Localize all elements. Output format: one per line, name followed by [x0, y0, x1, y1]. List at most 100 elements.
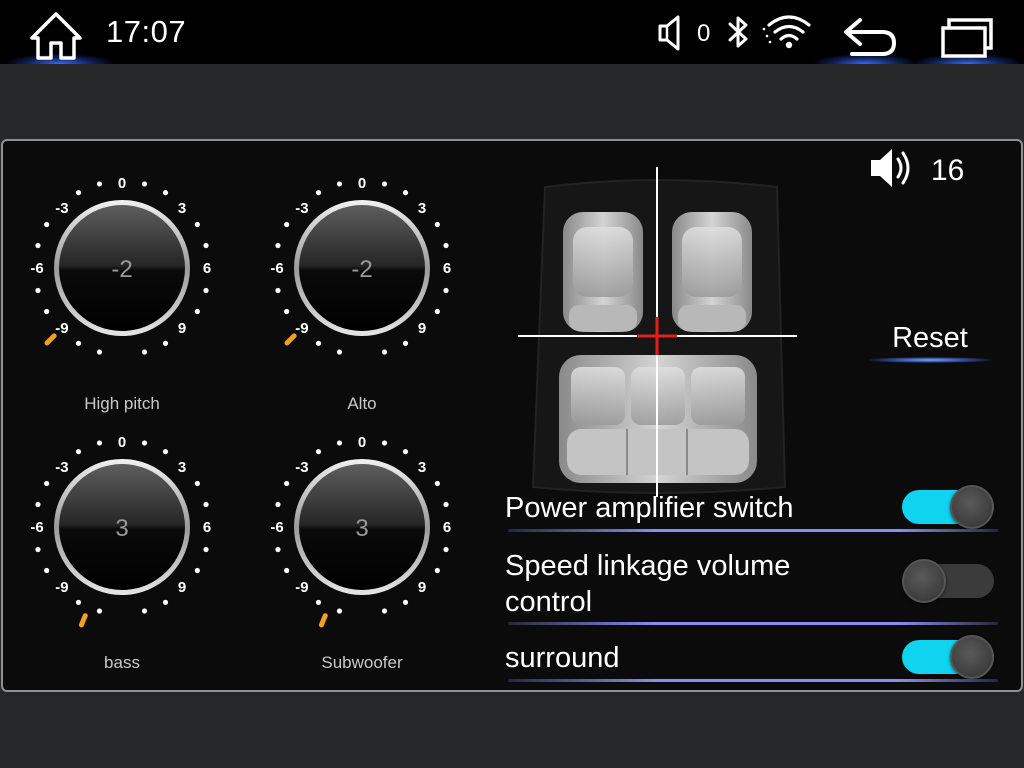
back-icon	[844, 18, 897, 56]
recent-apps-button[interactable]	[930, 8, 1006, 64]
knob-label: High pitch	[84, 394, 160, 413]
value-indicator	[78, 613, 88, 628]
scale-dot	[315, 599, 322, 605]
scale-dot	[284, 221, 290, 228]
value-indicator	[284, 333, 297, 346]
scale-dot	[315, 340, 322, 346]
scale-dot	[402, 449, 409, 455]
knob-high-pitch[interactable]: -9 -6 -3 0 3 6 9 -2 High pitch	[2, 163, 242, 421]
wifi-icon	[762, 15, 811, 49]
reset-label: Reset	[892, 322, 968, 354]
knob-subwoofer[interactable]: -9 -6 -3 0 3 6 9 3 Subwoofer	[242, 422, 482, 680]
knob-bass[interactable]: -9 -6 -3 0 3 6 9 3 bass	[2, 422, 242, 680]
surround-toggle[interactable]	[902, 635, 994, 679]
scale-dot	[275, 501, 281, 508]
scale-dot	[96, 181, 103, 187]
scale-dot	[336, 608, 343, 614]
scale-dot	[336, 440, 343, 446]
divider	[508, 679, 998, 682]
scale-label: 3	[178, 459, 186, 476]
home-icon	[30, 12, 82, 60]
scale-dot	[284, 308, 290, 315]
scale-label: 6	[203, 260, 211, 277]
scale-label: -3	[295, 459, 308, 476]
scale-dot	[381, 608, 388, 614]
toggle-thumb	[902, 559, 946, 603]
scale-dot	[275, 287, 281, 294]
scale-dot	[96, 440, 103, 446]
scale-dot	[35, 242, 41, 249]
toggle-thumb	[950, 485, 994, 529]
scale-dot	[44, 480, 50, 487]
scale-label: 3	[418, 200, 426, 217]
scale-label: 9	[178, 320, 186, 337]
scale-label: -9	[295, 579, 308, 596]
scale-dot	[75, 340, 82, 346]
knob-label: bass	[104, 653, 140, 672]
scale-label: 3	[178, 200, 186, 217]
scale-dot	[434, 567, 440, 574]
scale-dot	[194, 480, 200, 487]
scale-label: 9	[418, 579, 426, 596]
scale-dot	[434, 221, 440, 228]
eq-settings-screen: 17:07 0 -9 -6 -3 0 3 6 9 -2 High pitch -…	[0, 0, 1024, 768]
scale-dot	[336, 181, 343, 187]
knob-alto[interactable]: -9 -6 -3 0 3 6 9 -2 Alto	[242, 163, 482, 421]
sound-field-position-area[interactable]	[515, 167, 800, 497]
scale-dot	[443, 242, 449, 249]
scale-dot	[75, 190, 82, 196]
scale-dot	[381, 349, 388, 355]
scale-dot	[402, 190, 409, 196]
scale-label: 6	[443, 260, 451, 277]
scale-dot	[203, 546, 209, 553]
scale-dot	[284, 567, 290, 574]
scale-label: 0	[358, 434, 366, 451]
car-interior-image	[518, 167, 797, 497]
scale-dot	[75, 449, 82, 455]
knob-value: -2	[351, 256, 372, 283]
scale-label: -3	[55, 459, 68, 476]
scale-dot	[275, 242, 281, 249]
scale-dot	[194, 221, 200, 228]
scale-label: 6	[203, 519, 211, 536]
scale-dot	[194, 308, 200, 315]
surround-label: surround	[505, 642, 620, 674]
scale-dot	[336, 349, 343, 355]
toggle-thumb	[950, 635, 994, 679]
scale-label: -6	[270, 519, 283, 536]
speaker-icon	[871, 149, 910, 187]
scale-dot	[275, 546, 281, 553]
knob-value: 3	[355, 515, 368, 542]
scale-dot	[96, 349, 103, 355]
divider	[508, 622, 998, 625]
knob-value: -2	[111, 256, 132, 283]
reset-button[interactable]: Reset	[862, 317, 998, 365]
scale-label: 9	[418, 320, 426, 337]
scale-dot	[284, 480, 290, 487]
scale-dot	[315, 190, 322, 196]
back-button[interactable]	[830, 8, 906, 64]
scale-dot	[96, 608, 103, 614]
scale-label: -9	[55, 579, 68, 596]
power-amplifier-toggle[interactable]	[902, 485, 994, 529]
volume-value: 16	[931, 154, 965, 187]
scale-dot	[194, 567, 200, 574]
scale-dot	[44, 221, 50, 228]
scale-dot	[162, 190, 169, 196]
knob-value: 3	[115, 515, 128, 542]
scale-dot	[203, 287, 209, 294]
scale-dot	[162, 599, 169, 605]
scale-dot	[381, 440, 388, 446]
speed-linkage-toggle[interactable]	[902, 559, 994, 603]
recent-apps-icon	[941, 18, 993, 58]
scale-label: 0	[358, 175, 366, 192]
scale-dot	[35, 287, 41, 294]
scale-dot	[434, 480, 440, 487]
scale-label: -6	[30, 260, 43, 277]
power-amplifier-label: Power amplifier switch	[505, 492, 794, 524]
home-button[interactable]	[26, 10, 86, 62]
scale-dot	[75, 599, 82, 605]
scale-dot	[44, 567, 50, 574]
scale-dot	[44, 308, 50, 315]
knob-label: Alto	[347, 394, 377, 413]
